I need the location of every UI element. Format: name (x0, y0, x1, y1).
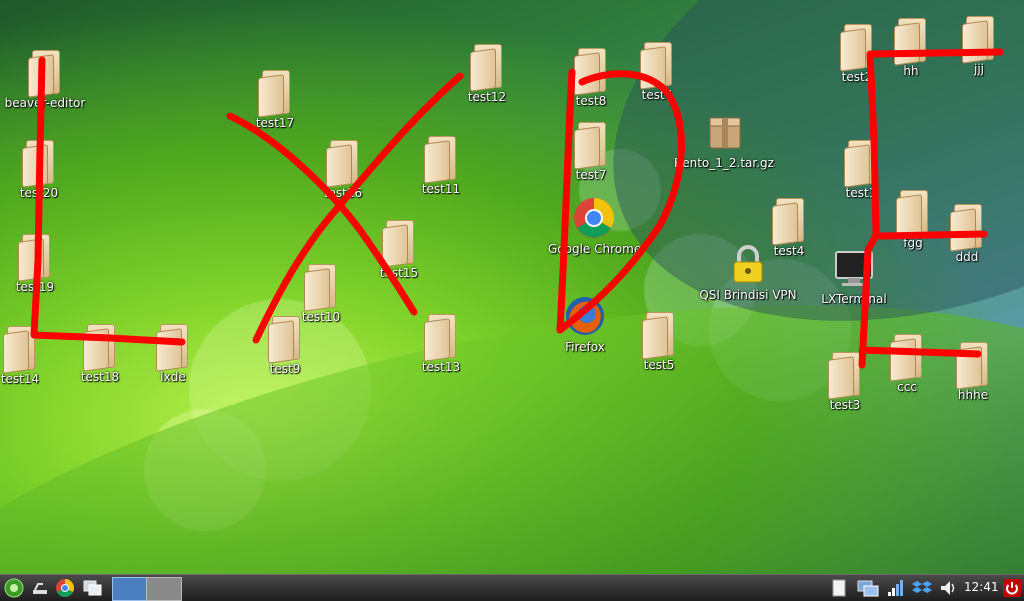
chrome-icon (574, 198, 614, 238)
firefox-icon (566, 297, 604, 335)
desktop-icon-google-chrome[interactable]: Google Chrome (548, 196, 642, 256)
desktop-icon-test15[interactable]: test15 (354, 220, 444, 280)
icon-label: test19 (15, 280, 55, 294)
folder-icon (424, 314, 458, 362)
icon-label: test15 (379, 266, 419, 280)
icon-label: hhhe (957, 388, 989, 402)
desktop-icon-test5[interactable]: test5 (614, 312, 704, 372)
icon-label: test17 (255, 116, 295, 130)
icon-label: Bento_1_2.tar.gz (674, 156, 774, 170)
desktop-icon-bento-archive[interactable]: Bento_1_2.tar.gz (670, 110, 778, 170)
icon-label: test11 (421, 182, 461, 196)
icon-label: beaver-editor (4, 96, 86, 110)
desktop-icon-test16[interactable]: test16 (298, 140, 388, 200)
folder-icon (304, 264, 338, 312)
folder-icon (642, 312, 676, 360)
icon-label: test7 (575, 168, 607, 182)
desktop-icon-test9[interactable]: test9 (240, 316, 330, 376)
terminal-icon (835, 251, 873, 286)
folder-icon (22, 140, 56, 188)
desktop-icon-lxterminal[interactable]: LXTerminal (806, 246, 902, 306)
windows-icon[interactable] (82, 578, 104, 598)
desktop-icon-test6[interactable]: test6 (612, 42, 702, 102)
folder-icon (156, 324, 190, 372)
icon-label: test13 (421, 360, 461, 374)
lock-icon (733, 245, 763, 283)
clock[interactable]: 12:41 (964, 580, 999, 594)
desktop: beaver-editor test20 test19 test14 test1… (0, 0, 1024, 574)
desktop-icon-test10[interactable]: test10 (276, 264, 366, 324)
desktop-pager-2[interactable] (146, 577, 182, 601)
icon-label: ddd (955, 250, 979, 264)
icon-label: test3 (829, 398, 861, 412)
folder-icon (772, 198, 806, 246)
icon-label: test16 (323, 186, 363, 200)
icon-label: test9 (269, 362, 301, 376)
icon-label: test5 (643, 358, 675, 372)
desktop-icon-lxde[interactable]: lxde (128, 324, 218, 384)
folder-icon (258, 70, 292, 118)
desktop-icon-test19[interactable]: test19 (0, 234, 80, 294)
icon-label: LXTerminal (821, 292, 887, 306)
folder-icon (890, 334, 924, 382)
folder-icon (382, 220, 416, 268)
desktop-icon-test12[interactable]: test12 (442, 44, 532, 104)
icon-label: test6 (641, 88, 673, 102)
folder-icon (828, 352, 862, 400)
signal-icon[interactable] (886, 578, 904, 598)
folder-icon (28, 50, 62, 98)
chrome-icon[interactable] (55, 578, 75, 598)
desktop-pager-1[interactable] (112, 577, 148, 601)
folder-icon (574, 122, 608, 170)
taskbar-panel: 12:41 (0, 574, 1024, 601)
desktop-icon-beaver-editor[interactable]: beaver-editor (0, 50, 90, 110)
archive-icon (709, 117, 741, 149)
network-icon[interactable] (856, 578, 880, 598)
icon-label: test20 (19, 186, 59, 200)
folder-icon (894, 18, 928, 66)
folder-icon (268, 316, 302, 364)
folder-icon (640, 42, 674, 90)
show-desktop-icon[interactable] (30, 578, 50, 598)
folder-icon (470, 44, 504, 92)
desktop-icon-test20[interactable]: test20 (0, 140, 84, 200)
desktop-icon-qsi-brindisi-vpn[interactable]: QSI Brindisi VPN (692, 242, 804, 302)
desktop-icon-test17[interactable]: test17 (230, 70, 320, 130)
folder-icon (83, 324, 117, 372)
dropbox-icon[interactable] (912, 578, 932, 598)
folder-icon (326, 140, 360, 188)
icon-label: lxde (160, 370, 186, 384)
icon-label: jjj (973, 62, 984, 76)
desktop-icon-jjj[interactable]: jjj (934, 16, 1024, 76)
folder-icon (424, 136, 458, 184)
folder-icon (3, 326, 37, 374)
desktop-icon-hhhe[interactable]: hhhe (928, 342, 1018, 402)
desktop-icon-test13[interactable]: test13 (396, 314, 486, 374)
power-icon[interactable] (1002, 578, 1022, 598)
clipboard-icon[interactable] (830, 578, 848, 598)
desktop-icon-test7[interactable]: test7 (546, 122, 636, 182)
folder-icon (950, 204, 984, 252)
desktop-icon-ddd[interactable]: ddd (922, 204, 1012, 264)
icon-label: QSI Brindisi VPN (699, 288, 797, 302)
folder-icon (574, 48, 608, 96)
folder-icon (962, 16, 996, 64)
folder-icon (956, 342, 990, 390)
icon-label: Google Chrome (548, 242, 642, 256)
menu-icon[interactable] (4, 578, 24, 598)
folder-icon (844, 140, 878, 188)
icon-label: test12 (467, 90, 507, 104)
volume-icon[interactable] (938, 578, 958, 598)
desktop-icon-test11[interactable]: test11 (396, 136, 486, 196)
folder-icon (18, 234, 52, 282)
